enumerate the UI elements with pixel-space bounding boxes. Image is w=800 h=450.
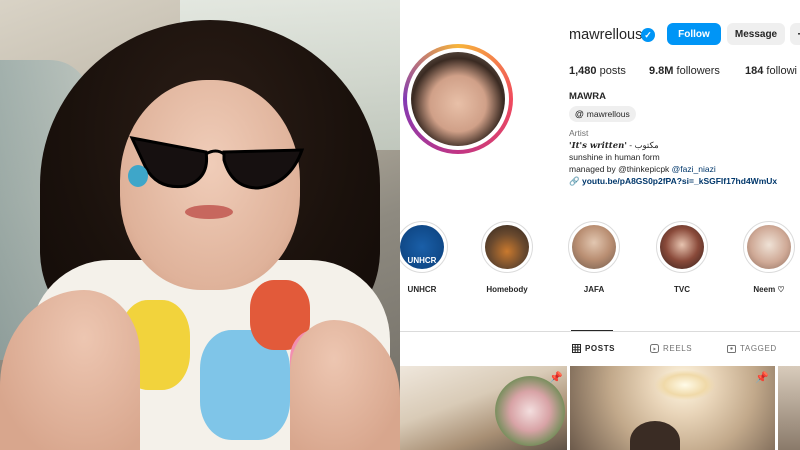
following-count[interactable]: 184 followi xyxy=(745,65,797,77)
post-thumbnail[interactable]: 📌 xyxy=(570,366,775,450)
threads-badge[interactable]: @ mawrellous xyxy=(569,106,636,122)
verified-badge-icon: ✓ xyxy=(641,28,655,42)
blue-earring xyxy=(128,165,148,187)
highlight-cover xyxy=(572,225,616,269)
bio-line-2: sunshine in human form xyxy=(569,152,660,162)
highlight-unhcr[interactable]: UNHCR UNHCR xyxy=(400,221,450,294)
highlight-label: Neem ♡ xyxy=(753,285,785,294)
tagged-icon xyxy=(727,345,736,353)
lips xyxy=(185,205,233,219)
bio-category: Artist xyxy=(569,128,589,138)
pinned-icon: 📌 xyxy=(549,372,563,384)
post-thumbnail[interactable] xyxy=(778,366,800,450)
link-icon: 🔗 xyxy=(569,176,580,186)
selfie-photo xyxy=(0,0,400,450)
message-button[interactable]: Message xyxy=(727,23,785,45)
profile-avatar[interactable] xyxy=(403,44,513,154)
highlight-cover xyxy=(485,225,529,269)
tab-posts[interactable]: POSTS xyxy=(572,344,615,353)
grid-icon xyxy=(572,344,581,353)
highlight-cover xyxy=(747,225,791,269)
follow-button[interactable]: Follow xyxy=(667,23,721,45)
highlight-label: Homebody xyxy=(486,285,528,294)
cat-eye-sunglasses xyxy=(129,135,305,190)
highlight-label: TVC xyxy=(674,285,690,294)
post-thumbnail[interactable]: 📌 xyxy=(400,366,567,450)
chandelier xyxy=(655,370,715,400)
threads-icon: @ xyxy=(575,109,584,119)
username: mawrellous xyxy=(569,27,643,43)
bio-line-3: managed by @thinkepicpk @fazi_niazi xyxy=(569,164,716,174)
followers-count[interactable]: 9.8M followers xyxy=(649,65,720,77)
highlight-jafa[interactable]: JAFA xyxy=(566,221,622,294)
highlight-label: JAFA xyxy=(583,285,605,294)
posts-count: 1,480 posts xyxy=(569,65,626,77)
highlight-tvc[interactable]: TVC xyxy=(654,221,710,294)
highlight-neem[interactable]: Neem ♡ xyxy=(741,221,797,294)
reels-icon xyxy=(650,344,659,353)
tabs-divider xyxy=(400,331,800,332)
instagram-profile: mawrellous ✓ Follow Message + 1,480 post… xyxy=(400,0,800,450)
person xyxy=(630,421,680,450)
add-user-button[interactable]: + xyxy=(790,23,800,45)
bio-line-1: 'It's written' - مكتوب xyxy=(569,140,659,151)
flower-arrangement xyxy=(495,376,565,446)
highlight-cover xyxy=(660,225,704,269)
highlight-homebody[interactable]: Homebody xyxy=(479,221,535,294)
tab-tagged[interactable]: TAGGED xyxy=(727,344,777,353)
bio-link[interactable]: 🔗 youtu.be/pA8GS0p2fPA?si=_kSGFIf17hd4Wm… xyxy=(569,176,777,187)
pinned-icon: 📌 xyxy=(755,372,769,384)
display-name: MAWRA xyxy=(569,91,606,102)
active-tab-indicator xyxy=(571,330,613,331)
unhcr-logo-text: UNHCR xyxy=(407,256,437,265)
threads-handle: mawrellous xyxy=(586,109,630,119)
tab-reels[interactable]: REELS xyxy=(650,344,692,353)
avatar-image xyxy=(411,52,505,146)
highlight-label: UNHCR xyxy=(407,285,437,294)
mention-link[interactable]: @fazi_niazi xyxy=(672,164,716,174)
